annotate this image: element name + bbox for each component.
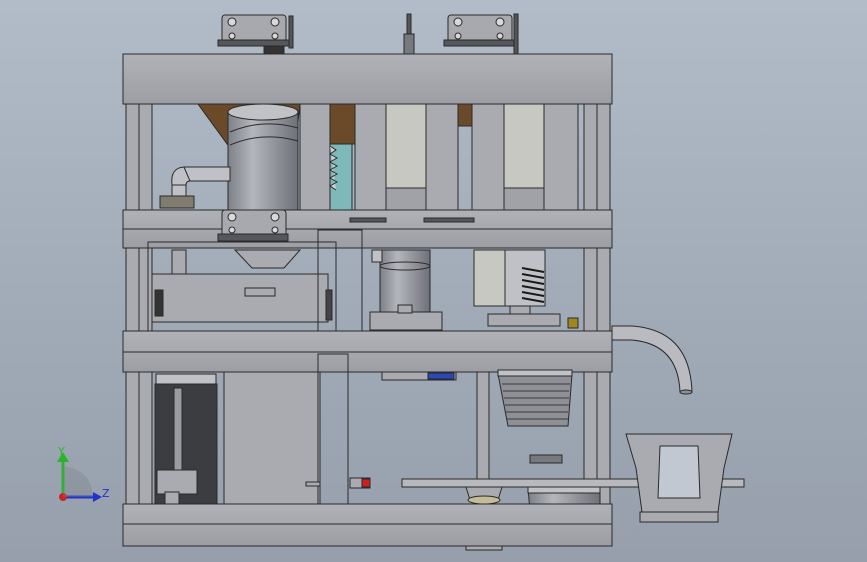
ribbed-cone[interactable]	[497, 369, 573, 427]
z-axis-label: Z	[102, 487, 110, 500]
y-axis-label: Y	[57, 445, 65, 458]
spring-assembly[interactable]	[473, 249, 579, 329]
outlet-mold[interactable]	[625, 433, 733, 523]
hinge-top-left[interactable]	[217, 14, 294, 55]
hopper-cylinder[interactable]	[197, 103, 301, 211]
discharge-pipe[interactable]	[611, 325, 693, 395]
pipe-elbow	[159, 166, 231, 209]
small-slot	[529, 454, 563, 464]
base-plate[interactable]	[122, 503, 613, 547]
drawer-housing[interactable]	[147, 241, 337, 341]
hinge-top-right[interactable]	[443, 13, 519, 55]
hinge-middle[interactable]	[217, 209, 289, 242]
central-shaft	[476, 371, 490, 483]
motor-unit[interactable]	[154, 373, 218, 505]
cad-assembly-drawing[interactable]: Y Z	[0, 0, 867, 562]
cad-viewport[interactable]: Y Z	[0, 0, 867, 562]
orientation-triad[interactable]: Y Z	[57, 445, 110, 502]
gear-wheel	[328, 143, 353, 211]
top-plate[interactable]	[122, 53, 613, 105]
top-pin	[403, 13, 415, 55]
press-cylinder[interactable]	[369, 249, 443, 331]
blue-block	[381, 371, 457, 381]
